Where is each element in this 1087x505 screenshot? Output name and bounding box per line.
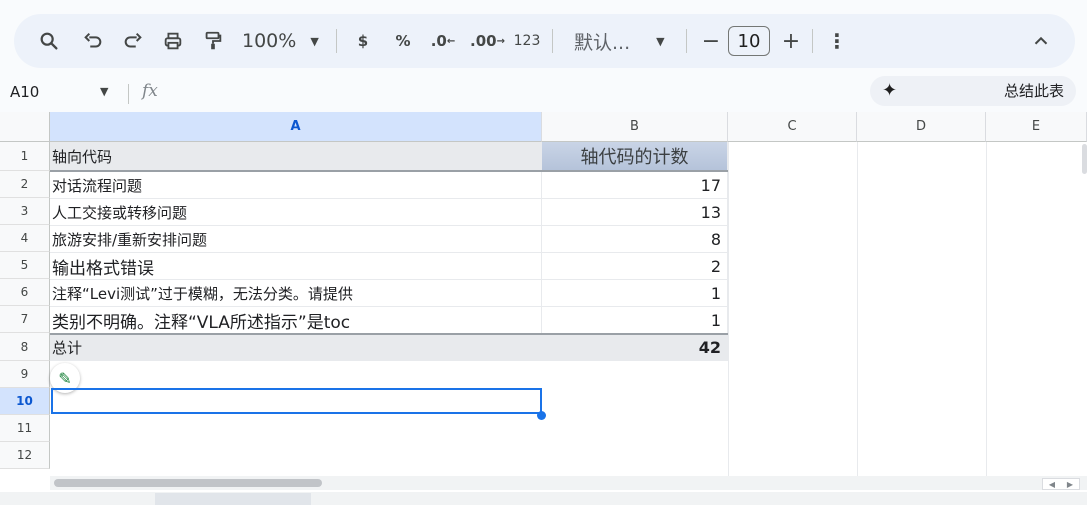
- format-123-label: 123: [513, 33, 541, 49]
- horizontal-scrollbar-thumb[interactable]: [54, 479, 322, 487]
- column-header-b[interactable]: B: [542, 112, 728, 142]
- row-header-9[interactable]: 9: [0, 361, 50, 388]
- paint-format-icon[interactable]: [198, 24, 228, 58]
- increase-decimal-button[interactable]: .00 →: [470, 24, 505, 58]
- decrease-decimal-label: .0: [430, 32, 447, 50]
- table-row-count[interactable]: 17: [542, 172, 728, 199]
- decrease-decimal-button[interactable]: .0 ←: [428, 24, 458, 58]
- summarize-label: 总结此表: [1003, 82, 1064, 100]
- arrow-right-icon: →: [496, 35, 505, 47]
- increase-font-size-button[interactable]: +: [776, 24, 806, 58]
- table-row-label[interactable]: 输出格式错误: [50, 253, 542, 280]
- pivot-header-row-label[interactable]: 轴向代码: [50, 142, 542, 171]
- percent-label: %: [395, 32, 411, 50]
- scroll-arrow-buttons[interactable]: ◀ ▶: [1042, 478, 1080, 490]
- toolbar-divider: [336, 29, 337, 53]
- search-menus-icon[interactable]: [34, 24, 64, 58]
- gridline: [986, 142, 987, 476]
- font-family-value: 默认...: [574, 31, 631, 54]
- toolbar-divider: [686, 29, 687, 53]
- table-row-count[interactable]: 8: [542, 226, 728, 253]
- format-percent-button[interactable]: %: [388, 24, 418, 58]
- arrow-left-icon: ←: [446, 35, 456, 47]
- toolbar-divider: [552, 29, 553, 53]
- collapse-toolbar-icon[interactable]: [1026, 24, 1056, 58]
- more-formats-button[interactable]: 123: [512, 24, 542, 58]
- pivot-total-label[interactable]: 总计: [50, 335, 542, 361]
- redo-icon[interactable]: [118, 24, 148, 58]
- sheet-grid[interactable]: A B C D E 1 2 3 4 5 6 7 8 9 10 11 12 轴向代…: [0, 112, 1087, 505]
- name-box[interactable]: A10: [10, 83, 39, 101]
- table-row-label[interactable]: 注释“Levi测试”过于模糊，无法分类。请提供: [50, 280, 542, 307]
- row-header-3[interactable]: 3: [0, 198, 50, 225]
- pivot-header-count[interactable]: 轴代码的计数: [542, 142, 728, 171]
- print-icon[interactable]: [158, 24, 188, 58]
- sheet-tab[interactable]: [155, 493, 311, 505]
- row-header-1[interactable]: 1: [0, 142, 50, 171]
- table-row-label[interactable]: 人工交接或转移问题: [50, 199, 542, 226]
- table-row-label[interactable]: 对话流程问题: [50, 172, 542, 199]
- row-header-5[interactable]: 5: [0, 252, 50, 279]
- row-header-7[interactable]: 7: [0, 306, 50, 333]
- vertical-scrollbar[interactable]: [1082, 144, 1087, 174]
- row-header-10[interactable]: 10: [0, 388, 50, 415]
- plus-icon: +: [781, 28, 801, 54]
- minus-icon: −: [701, 28, 721, 54]
- arrow-right-icon[interactable]: ▶: [1067, 480, 1073, 489]
- zoom-value: 100%: [242, 30, 297, 52]
- table-row-count[interactable]: 13: [542, 199, 728, 226]
- column-header-e[interactable]: E: [986, 112, 1087, 142]
- undo-icon[interactable]: [78, 24, 108, 58]
- toolbar-divider: [812, 29, 813, 53]
- toolbar: 100% ▼ $ % .0 ← .00 → 123 默认... ▼ − 10 + ⋮: [14, 14, 1075, 68]
- table-row-label[interactable]: 旅游安排/重新安排问题: [50, 226, 542, 253]
- fill-handle[interactable]: [537, 411, 546, 420]
- column-header-c[interactable]: C: [728, 112, 857, 142]
- row-header-6[interactable]: 6: [0, 279, 50, 306]
- spreadsheet-app: 100% ▼ $ % .0 ← .00 → 123 默认... ▼ − 10 + ⋮…: [0, 0, 1087, 505]
- column-header-a[interactable]: A: [50, 112, 542, 142]
- more-options-icon[interactable]: ⋮: [822, 24, 852, 58]
- select-all-corner[interactable]: [0, 112, 50, 142]
- row-header-4[interactable]: 4: [0, 225, 50, 252]
- formula-divider: [128, 84, 129, 104]
- pivot-total-value[interactable]: 42: [542, 335, 728, 361]
- font-family-select[interactable]: 默认... ▼: [574, 24, 665, 58]
- currency-label: $: [357, 32, 369, 50]
- table-row-count[interactable]: 2: [542, 253, 728, 280]
- arrow-left-icon[interactable]: ◀: [1049, 480, 1055, 489]
- row-header-8[interactable]: 8: [0, 333, 50, 361]
- table-row-label[interactable]: 类别不明确。注释“VLA所述指示”是toc: [50, 307, 542, 334]
- table-row-count[interactable]: 1: [542, 307, 728, 334]
- font-size-value: 10: [737, 30, 761, 52]
- row-header-2[interactable]: 2: [0, 171, 50, 198]
- table-row-count[interactable]: 1: [542, 280, 728, 307]
- format-currency-button[interactable]: $: [348, 24, 378, 58]
- row-header-12[interactable]: 12: [0, 442, 50, 469]
- more-label: ⋮: [827, 29, 847, 53]
- decrease-font-size-button[interactable]: −: [696, 24, 726, 58]
- gridline: [857, 142, 858, 476]
- fx-icon: fx: [142, 81, 158, 101]
- increase-decimal-label: .00: [470, 32, 497, 50]
- zoom-select[interactable]: 100% ▼: [242, 24, 319, 58]
- row-header-11[interactable]: 11: [0, 415, 50, 442]
- active-cell-a10[interactable]: [51, 388, 542, 414]
- chevron-down-icon: ▼: [310, 34, 319, 48]
- sparkle-icon: ✦: [882, 80, 898, 101]
- gridline: [728, 142, 729, 476]
- summarize-table-button[interactable]: ✦ 总结此表: [870, 76, 1076, 106]
- formula-bar: A10 ▼ fx ✦ 总结此表: [0, 76, 1087, 110]
- column-header-d[interactable]: D: [857, 112, 986, 142]
- chevron-down-icon[interactable]: ▼: [100, 85, 108, 98]
- chevron-down-icon: ▼: [656, 34, 665, 48]
- font-size-input[interactable]: 10: [728, 26, 770, 56]
